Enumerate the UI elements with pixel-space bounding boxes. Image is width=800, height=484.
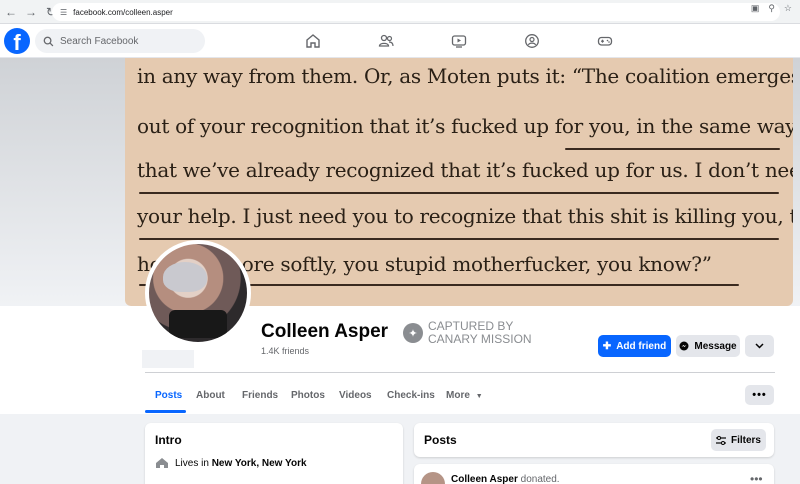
site-info-icon[interactable]: ☰	[60, 8, 67, 17]
groups-icon	[525, 34, 539, 48]
cover-text-line: that we’ve already recognized that it’s …	[137, 158, 793, 182]
cover-text-line: in any way from them. Or, as Moten puts …	[137, 64, 793, 88]
post-author-name[interactable]: Colleen Asper	[451, 474, 518, 484]
cover-text-line: out of your recognition that it’s fucked…	[137, 114, 793, 138]
address-bar[interactable]: ☰ facebook.com/colleen.asper	[52, 3, 780, 21]
filters-label: Filters	[730, 434, 761, 446]
badge-line-2: CANARY MISSION	[428, 332, 532, 346]
tab-friends[interactable]: Friends	[242, 390, 278, 401]
message-label: Message	[694, 340, 737, 352]
intro-title: Intro	[155, 433, 182, 447]
post-header-text: Colleen Asper donated.	[451, 474, 560, 484]
friend-count[interactable]: 1.4K friends	[261, 346, 309, 356]
underline-mark	[565, 148, 780, 150]
tab-posts[interactable]: Posts	[155, 390, 182, 401]
tabs-more-options-button[interactable]: •••	[745, 385, 774, 405]
tab-more-label: More	[446, 390, 470, 401]
post-action-text: donated.	[517, 474, 560, 484]
search-box[interactable]	[35, 29, 205, 53]
nav-home[interactable]	[302, 30, 324, 52]
sliders-icon	[715, 435, 726, 445]
video-icon	[451, 35, 467, 48]
nav-friends[interactable]	[375, 30, 397, 52]
avatar-hair-shape	[163, 262, 207, 292]
facebook-header: f	[0, 24, 800, 58]
filters-button[interactable]: Filters	[711, 429, 766, 451]
search-icon	[43, 36, 54, 46]
nav-gaming[interactable]	[594, 30, 616, 52]
cover-text-line: your help. I just need you to recognize …	[137, 204, 793, 228]
profile-avatar[interactable]	[145, 240, 251, 346]
url-text: facebook.com/colleen.asper	[73, 7, 173, 17]
cast-icon[interactable]: ▣	[751, 3, 760, 14]
posts-title: Posts	[424, 433, 457, 447]
more-actions-button[interactable]	[745, 335, 774, 357]
tab-check-ins[interactable]: Check-ins	[387, 390, 435, 401]
canary-bird-icon: ✦	[403, 323, 423, 343]
intro-card: Intro Lives in New York, New York	[145, 423, 403, 484]
underline-mark	[139, 192, 779, 194]
search-input[interactable]	[60, 35, 190, 47]
lives-in-row: Lives in New York, New York	[155, 457, 307, 469]
add-friend-label: Add friend	[616, 340, 667, 352]
friends-icon	[378, 34, 394, 47]
post-options-icon[interactable]: •••	[750, 472, 763, 484]
profile-name: Colleen Asper	[261, 321, 389, 342]
messenger-icon	[679, 341, 689, 351]
home-icon	[306, 34, 320, 48]
bookmark-star-icon[interactable]: ☆	[784, 3, 792, 14]
zoom-icon[interactable]: ⚲	[768, 3, 775, 14]
active-tab-indicator	[145, 410, 186, 413]
back-icon[interactable]: ←	[2, 3, 20, 21]
avatar-shirt-shape	[169, 310, 227, 338]
house-icon	[156, 458, 168, 468]
more-dots-icon: •••	[752, 389, 767, 401]
header-divider	[145, 372, 775, 373]
lives-in-place[interactable]: New York, New York	[212, 458, 307, 469]
browser-toolbar: ← → ↻ ☰ facebook.com/colleen.asper ▣ ⚲ ☆	[0, 0, 800, 24]
lives-in-prefix: Lives in	[175, 457, 212, 469]
underline-mark	[139, 238, 779, 240]
canary-mission-badge: ✦ CAPTURED BY CANARY MISSION	[403, 320, 532, 346]
tab-videos[interactable]: Videos	[339, 390, 372, 401]
add-person-icon: ✚	[602, 340, 612, 352]
cover-background: in any way from them. Or, as Moten puts …	[0, 58, 800, 306]
caret-down-icon: ▼	[475, 393, 483, 400]
placeholder-block	[142, 350, 194, 368]
nav-groups[interactable]	[521, 30, 543, 52]
nav-video[interactable]	[448, 30, 470, 52]
forward-icon[interactable]: →	[22, 3, 40, 21]
tab-about[interactable]: About	[196, 390, 225, 401]
message-button[interactable]: Message	[676, 335, 740, 357]
tab-photos[interactable]: Photos	[291, 390, 325, 401]
add-friend-button[interactable]: ✚ Add friend	[598, 335, 671, 357]
chevron-down-icon	[755, 343, 764, 349]
facebook-logo-icon[interactable]: f	[4, 28, 30, 54]
tab-more[interactable]: More ▼	[446, 390, 483, 401]
gaming-icon	[597, 36, 613, 46]
